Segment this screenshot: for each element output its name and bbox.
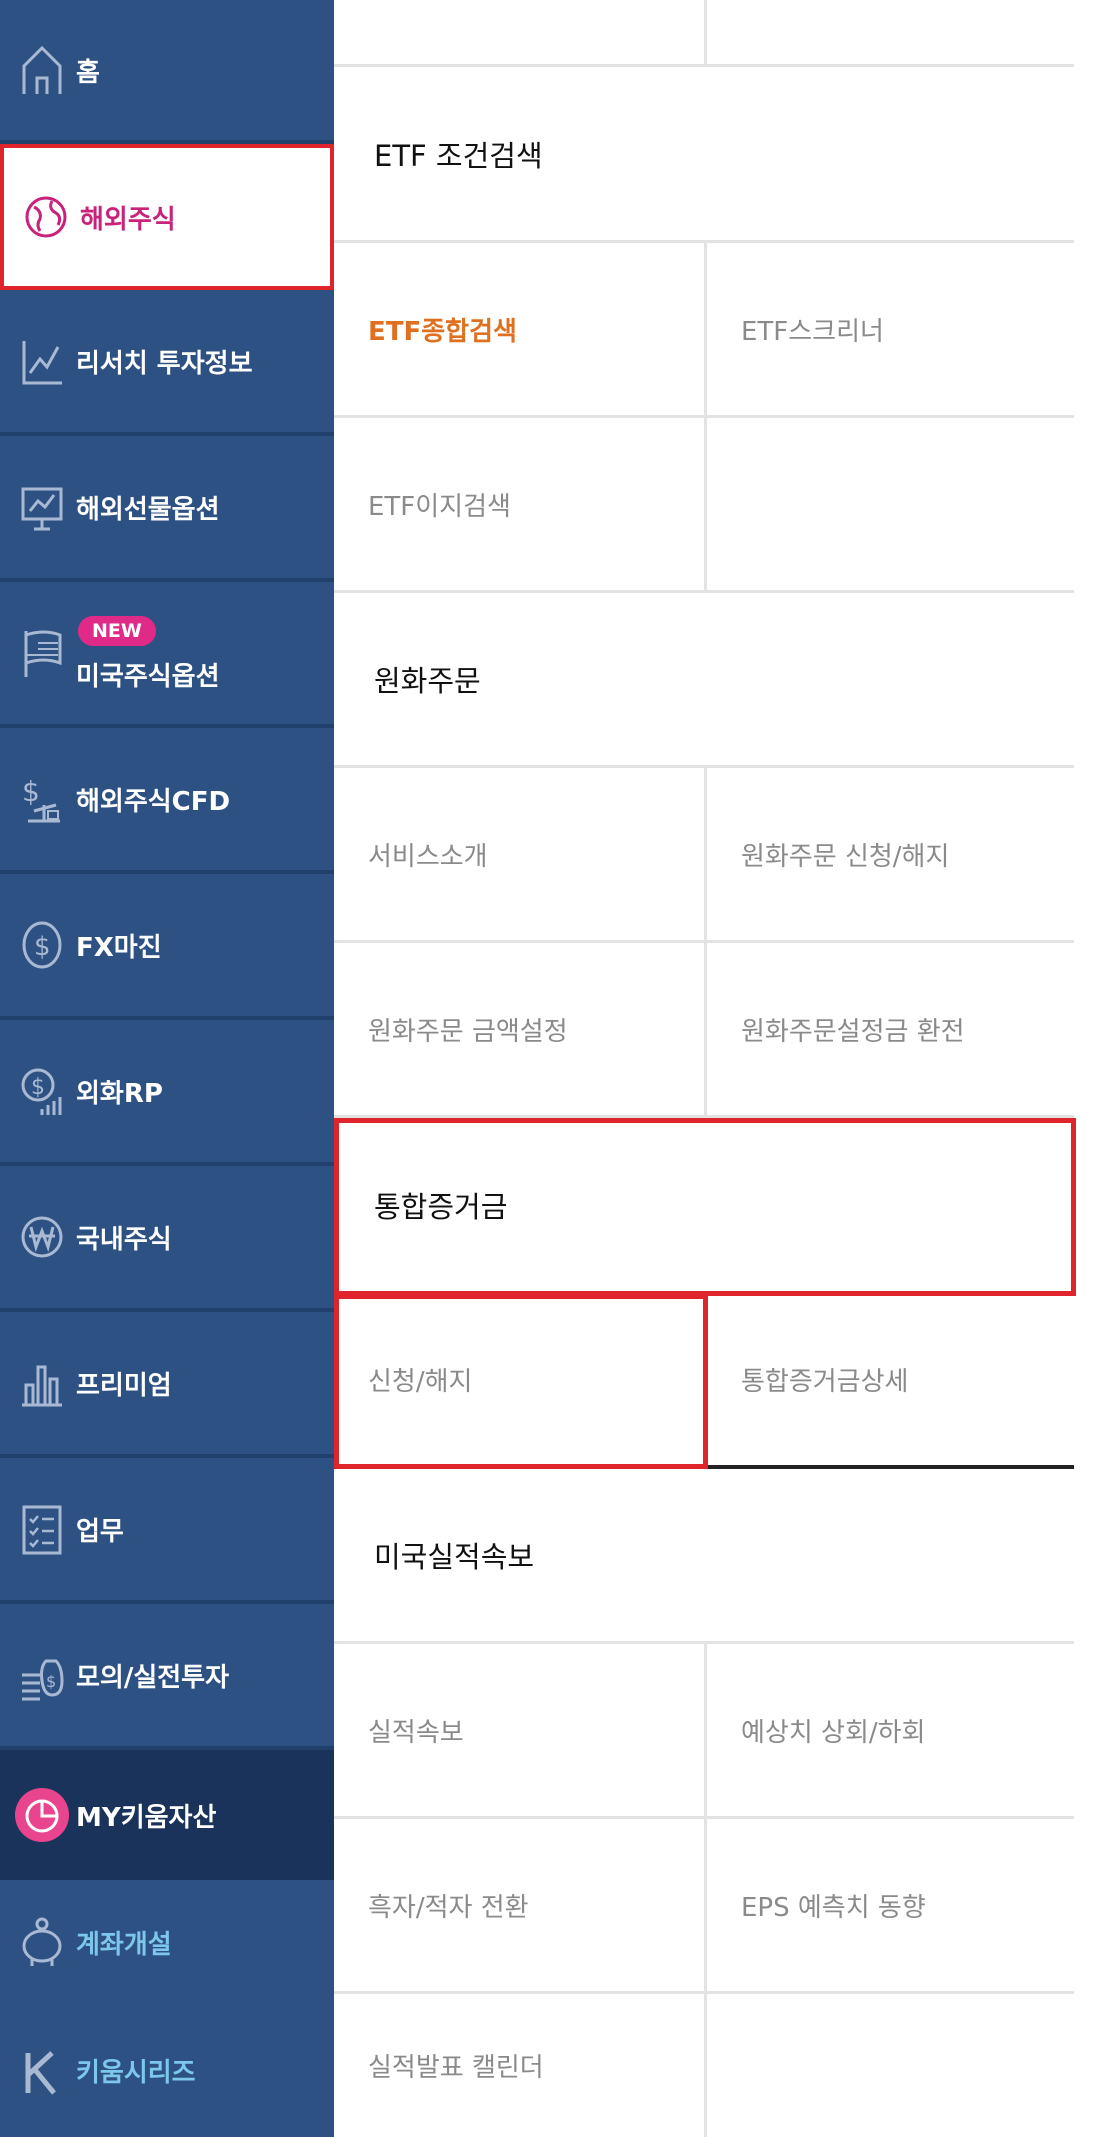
submenu-row: ETF종합검색 ETF스크리너 [334, 243, 1074, 418]
sidebar-item-mock-investment[interactable]: $ 모의/실전투자 [0, 1604, 334, 1750]
dollar-growth-icon: $ [20, 1063, 64, 1119]
checklist-icon [20, 1501, 64, 1557]
submenu-won-order-apply[interactable]: 원화주문 신청/해지 [704, 768, 1074, 940]
kiwoom-k-icon [20, 2043, 64, 2099]
sidebar-item-label: 해외주식CFD [76, 786, 231, 817]
submenu-row: 흑자/적자 전환 EPS 예측치 동향 [334, 1819, 1074, 1994]
submenu-row: 신청/해지 통합증거금상세 [334, 1294, 1074, 1469]
sidebar-item-domestic-stocks[interactable]: 국내주식 [0, 1166, 334, 1312]
sidebar-item-label: 모의/실전투자 [76, 1662, 230, 1693]
sidebar-item-label: 홈 [76, 57, 100, 88]
section-header-won-order[interactable]: 원화주문 [334, 593, 1074, 768]
won-coin-icon [20, 1209, 64, 1265]
sidebar-item-overseas-futures[interactable]: 해외선물옵션 [0, 436, 334, 582]
sidebar-item-label: FX마진 [76, 932, 162, 963]
submenu-empty-cell [704, 0, 1074, 64]
us-flag-icon [20, 625, 64, 681]
sidebar-item-label: 외화RP [76, 1078, 163, 1109]
svg-text:$: $ [31, 1075, 45, 1100]
submenu-etf-easy-search[interactable]: ETF이지검색 [334, 418, 704, 590]
sidebar-item-us-options[interactable]: NEW 미국주식옵션 [0, 582, 334, 728]
piggy-bank-icon [20, 1914, 64, 1970]
submenu-service-intro[interactable]: 서비스소개 [334, 768, 704, 940]
sidebar-item-kiwoom-series[interactable]: 키움시리즈 [0, 2004, 334, 2137]
submenu-won-order-amount[interactable]: 원화주문 금액설정 [334, 943, 704, 1115]
submenu-empty-cell [704, 418, 1074, 590]
monitor-chart-icon [20, 479, 64, 535]
submenu-empty-cell [334, 0, 704, 64]
bar-chart-icon [20, 1355, 64, 1411]
svg-text:$: $ [46, 1672, 56, 1691]
section-header-etf[interactable]: ETF 조건검색 [334, 67, 1074, 243]
section-title: ETF 조건검색 [374, 138, 543, 173]
money-bag-icon: $ [20, 1647, 64, 1703]
submenu-row: 실적속보 예상치 상회/하회 [334, 1644, 1074, 1819]
sidebar-item-fx-margin[interactable]: $ FX마진 [0, 874, 334, 1020]
sidebar-item-label: MY키움자산 [76, 1802, 217, 1833]
submenu-etf-screener[interactable]: ETF스크리너 [704, 243, 1074, 415]
sidebar: 홈 해외주식 리서치 투자정보 해외선물옵션 NEW 미국주식옵션 $ 해외주식… [0, 0, 334, 2137]
submenu-row [334, 0, 1074, 67]
submenu-earnings-calendar[interactable]: 실적발표 캘린더 [334, 1994, 704, 2137]
submenu-etf-search[interactable]: ETF종합검색 [334, 243, 704, 415]
svg-text:$: $ [22, 775, 40, 808]
submenu-margin-detail[interactable]: 통합증거금상세 [704, 1294, 1074, 1465]
submenu-earnings-flash[interactable]: 실적속보 [334, 1644, 704, 1816]
sidebar-item-overseas-stocks[interactable]: 해외주식 [0, 144, 334, 290]
sidebar-item-premium[interactable]: 프리미엄 [0, 1312, 334, 1458]
sidebar-item-cfd[interactable]: $ 해외주식CFD [0, 728, 334, 874]
sidebar-item-fx-rp[interactable]: $ 외화RP [0, 1020, 334, 1166]
section-header-us-earnings[interactable]: 미국실적속보 [334, 1469, 1074, 1644]
sidebar-item-home[interactable]: 홈 [0, 0, 334, 144]
submenu-empty-cell [704, 1994, 1074, 2137]
sidebar-item-work[interactable]: 업무 [0, 1458, 334, 1604]
globe-icon [24, 189, 68, 245]
sidebar-item-label: 계좌개설 [76, 1929, 172, 1960]
section-title: 미국실적속보 [374, 1540, 535, 1574]
new-badge: NEW [78, 616, 156, 646]
submenu-row: ETF이지검색 [334, 418, 1074, 593]
submenu-won-order-exchange[interactable]: 원화주문설정금 환전 [704, 943, 1074, 1115]
dollar-coin-icon: $ [20, 917, 64, 973]
sidebar-item-label: 해외주식 [80, 204, 176, 235]
submenu-profit-turnaround[interactable]: 흑자/적자 전환 [334, 1819, 704, 1991]
sidebar-item-my-assets[interactable]: MY키움자산 [0, 1750, 334, 1880]
line-chart-icon [20, 333, 64, 389]
submenu-row: 실적발표 캘린더 [334, 1994, 1074, 2137]
sidebar-item-label: 해외선물옵션 [76, 494, 220, 525]
section-title: 원화주문 [374, 664, 481, 698]
sidebar-item-label: 키움시리즈 [76, 2058, 196, 2088]
sidebar-item-label: 국내주식 [76, 1224, 172, 1255]
sidebar-item-open-account[interactable]: 계좌개설 [0, 1880, 334, 2004]
sidebar-item-label: 미국주식옵션 [76, 662, 220, 692]
submenu-row: 서비스소개 원화주문 신청/해지 [334, 768, 1074, 943]
section-title: 통합증거금 [374, 1189, 508, 1224]
sidebar-item-label: 업무 [76, 1516, 124, 1547]
sidebar-item-label: 리서치 투자정보 [76, 348, 253, 379]
section-header-integrated-margin[interactable]: 통합증거금 [334, 1118, 1074, 1294]
submenu-panel: ETF 조건검색 ETF종합검색 ETF스크리너 ETF이지검색 원화주문 서비… [334, 0, 1076, 2137]
submenu-eps-estimate-trend[interactable]: EPS 예측치 동향 [704, 1819, 1074, 1991]
pie-chart-icon [14, 1787, 70, 1843]
submenu-estimate-beat-miss[interactable]: 예상치 상회/하회 [704, 1644, 1074, 1816]
submenu-row: 원화주문 금액설정 원화주문설정금 환전 [334, 943, 1074, 1118]
dollar-scale-icon: $ [20, 771, 64, 827]
svg-text:$: $ [34, 932, 51, 962]
home-icon [20, 42, 64, 98]
sidebar-item-label: 프리미엄 [76, 1370, 172, 1401]
sidebar-item-research[interactable]: 리서치 투자정보 [0, 290, 334, 436]
submenu-margin-apply[interactable]: 신청/해지 [334, 1294, 704, 1465]
